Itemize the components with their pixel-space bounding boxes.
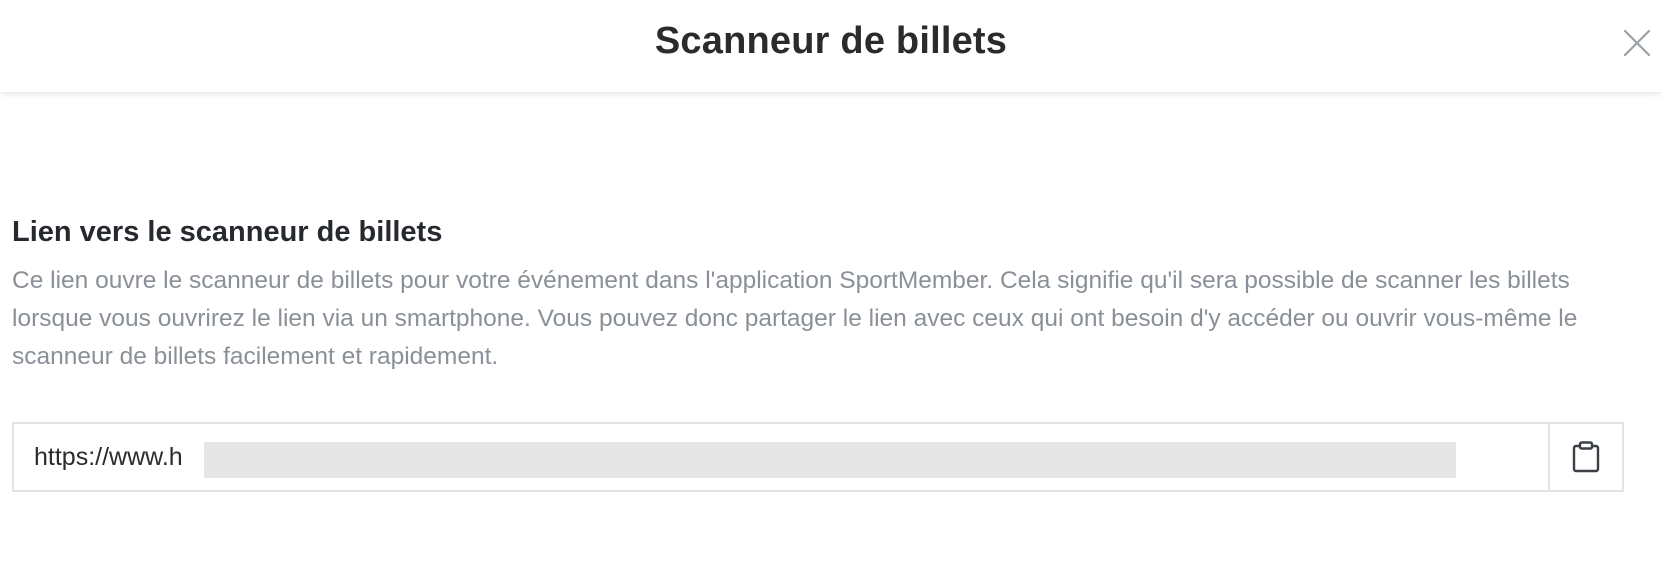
copy-link-button[interactable] xyxy=(1548,424,1622,490)
section-title: Lien vers le scanneur de billets xyxy=(12,216,443,248)
scanner-link-input[interactable]: https://www.h xyxy=(14,424,1548,490)
scanner-link-section: Lien vers le scanneur de billets Ce lien… xyxy=(12,212,1632,376)
section-description: Ce lien ouvre le scanneur de billets pou… xyxy=(12,267,1578,370)
ticket-scanner-modal: Scanneur de billets Lien vers le scanneu… xyxy=(0,0,1662,564)
redacted-url-overlay xyxy=(204,442,1456,478)
scanner-link-field: https://www.h xyxy=(12,422,1624,492)
modal-title: Scanneur de billets xyxy=(654,20,1008,62)
close-button[interactable] xyxy=(1622,28,1652,58)
close-icon xyxy=(1623,29,1651,57)
modal-header: Scanneur de billets xyxy=(0,0,1662,93)
scanner-link-value: https://www.h xyxy=(34,443,183,471)
clipboard-icon xyxy=(1572,441,1600,473)
